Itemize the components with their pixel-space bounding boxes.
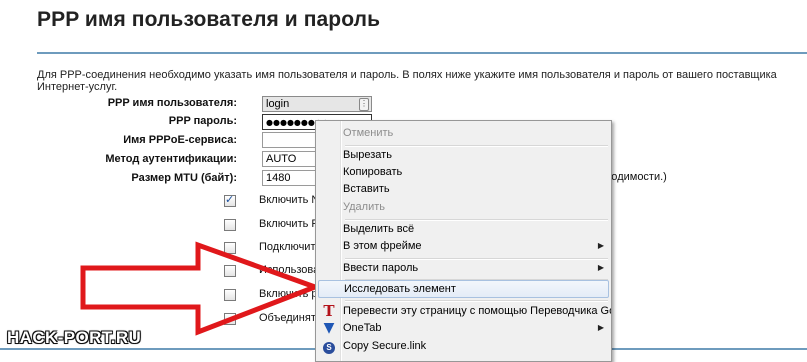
menu-item-paste[interactable]: Вставить (318, 180, 609, 198)
username-label: PPP имя пользователя: (107, 97, 237, 109)
submenu-arrow-icon: ▶ (597, 263, 604, 272)
auth-method-value: AUTO (266, 153, 297, 165)
mtu-label: Размер MTU (байт): (131, 172, 237, 184)
username-value: login (266, 98, 290, 110)
pppoe-service-input[interactable] (262, 132, 322, 148)
title-divider (37, 52, 807, 54)
context-menu: Отменить Вырезать Копировать Вставить Уд… (315, 120, 612, 362)
menu-item-onetab-label: OneTab (343, 322, 382, 334)
auth-method-select[interactable]: AUTO (262, 151, 318, 167)
menu-item-this-frame[interactable]: В этом фрейме ▶ (318, 237, 609, 255)
menu-item-delete-label: Удалить (343, 201, 385, 213)
watermark-logo: HACK-PORT.RU (7, 328, 142, 347)
page-title: PPP имя пользователя и пароль (37, 8, 381, 31)
menu-item-select-all-label: Выделить всё (343, 223, 415, 235)
menu-item-delete[interactable]: Удалить (318, 198, 609, 216)
username-input[interactable]: login ⋮ (262, 96, 372, 112)
menu-item-translate-label: Перевести эту страницу с помощью Перевод… (343, 305, 612, 317)
secure-link-icon: S (321, 338, 337, 354)
submenu-arrow-icon: ▶ (597, 241, 604, 250)
menu-item-paste-label: Вставить (343, 183, 390, 195)
menu-item-select-all[interactable]: Выделить всё (318, 220, 609, 238)
menu-item-cut-label: Вырезать (343, 149, 392, 161)
menu-item-copy[interactable]: Копировать (318, 163, 609, 181)
mtu-value: 1480 (266, 172, 291, 184)
menu-item-undo[interactable]: Отменить (318, 124, 609, 142)
page-description: Для PPP-соединения необходимо указать им… (37, 69, 777, 93)
submenu-arrow-icon: ▶ (597, 323, 604, 332)
menu-item-inspect-element-label: Исследовать элемент (344, 283, 456, 295)
auth-method-label: Метод аутентификации: (105, 153, 237, 165)
checkbox-1[interactable] (224, 219, 236, 231)
menu-item-this-frame-label: В этом фрейме (343, 240, 422, 252)
menu-item-enter-password[interactable]: Ввести пароль ▶ (318, 259, 609, 277)
translate-t-icon: T (323, 302, 335, 320)
menu-item-copy-secure-link-label: Copy Secure.link (343, 340, 427, 352)
red-arrow-icon (80, 241, 323, 336)
menu-item-copy-secure-link[interactable]: S Copy Secure.link (318, 337, 609, 355)
menu-item-copy-label: Копировать (343, 166, 403, 178)
menu-item-inspect-element[interactable]: Исследовать элемент (318, 280, 609, 298)
menu-item-undo-label: Отменить (343, 127, 394, 139)
menu-item-onetab[interactable]: ▼ OneTab ▶ (318, 319, 609, 337)
onetab-funnel-icon: ▼ (323, 320, 335, 336)
password-label: PPP пароль: (168, 115, 237, 127)
pppoe-service-label: Имя PPPoE-сервиса: (123, 134, 237, 146)
menu-item-translate[interactable]: T Перевести эту страницу с помощью Перев… (318, 302, 612, 320)
menu-item-enter-password-label: Ввести пароль (343, 262, 419, 274)
menu-item-cut[interactable]: Вырезать (318, 146, 609, 164)
checkbox-0[interactable] (224, 193, 236, 207)
mtu-input[interactable]: 1480 (262, 170, 322, 186)
key-icon: ⋮ (359, 98, 369, 111)
